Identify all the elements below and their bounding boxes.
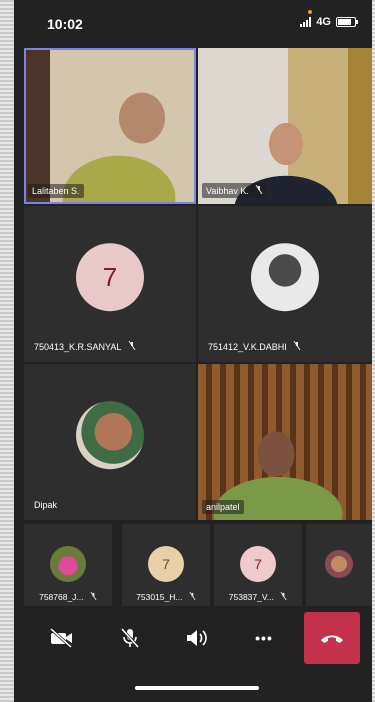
participant-name-row: 750413_K.R.SANYAL [34,340,136,352]
participant-name-row: Dipak [34,500,57,510]
participant-name-row: 753837_V... [214,591,302,602]
mic-off-icon [90,591,97,602]
tile-dabhi[interactable]: 751412_V.K.DABHI [198,206,372,362]
tile-sanyal[interactable]: 7 750413_K.R.SANYAL [24,206,196,362]
tile-dipak[interactable]: Dipak [24,364,196,520]
call-controls: ••• [14,612,372,664]
participant-name: 753015_H... [136,592,183,602]
avatar [76,401,144,470]
avatar-initial: 7 [162,556,170,572]
recording-dot-icon [308,10,312,14]
speaker-icon [187,630,207,646]
participant-name-row: 751412_V.K.DABHI [208,340,301,352]
avatar-initial: 7 [102,261,118,292]
more-options-button[interactable]: ••• [242,612,286,664]
participant-name: 750413_K.R.SANYAL [34,342,122,352]
home-indicator[interactable] [135,686,259,690]
avatar: 7 [148,546,184,582]
status-icons: 4G [300,16,358,28]
strip-tile-3[interactable]: 7 753837_V... [214,524,302,606]
avatar: 7 [240,546,276,582]
avatar: 7 [76,243,144,312]
signal-icon [300,17,312,27]
participant-name: Lalitaben S. [32,186,80,196]
avatar [50,546,86,582]
video-tile-lalitaben[interactable]: Lalitaben S. [24,48,196,204]
mic-off-icon [128,340,136,352]
participant-name: Vaibhav K. [206,186,249,196]
left-frame [0,0,14,702]
participant-name-row: 753015_H... [122,591,210,602]
participant-name: 758768_J... [39,592,84,602]
hang-up-button[interactable] [304,612,360,664]
avatar-initial: 7 [254,556,262,572]
avatar [251,243,319,312]
mute-toggle-button[interactable] [108,612,152,664]
participant-name: 753837_V... [228,592,274,602]
teams-call-screen: 10:02 4G Lalitaben S. Vaibhav K. 7 75041 [14,0,372,702]
video-off-icon [49,628,73,648]
video-tile-anilpatel[interactable]: anilpatel [198,364,372,520]
speaker-button[interactable] [174,612,218,664]
camera-toggle-button[interactable] [40,612,84,664]
participant-name: 751412_V.K.DABHI [208,342,287,352]
more-icon: ••• [255,630,273,646]
network-type: 4G [316,16,331,28]
video-tile-vaibhav[interactable]: Vaibhav K. [198,48,372,204]
participant-name-row: 758768_J... [24,591,112,602]
status-bar: 10:02 4G [14,0,372,46]
mic-off-icon [120,628,140,648]
strip-tile-4[interactable] [306,524,372,606]
strip-tile-1[interactable]: 758768_J... [24,524,112,606]
mic-off-icon [280,591,287,602]
clock: 10:02 [47,16,83,32]
mic-off-icon [255,184,263,196]
hang-up-icon [321,635,343,643]
avatar [325,550,353,578]
battery-icon [336,17,358,27]
participant-name-chip: anilpatel [202,500,244,514]
mic-off-icon [189,591,196,602]
participant-name: anilpatel [206,502,240,512]
strip-tile-2[interactable]: 7 753015_H... [122,524,210,606]
mic-off-icon [293,340,301,352]
participant-name: Dipak [34,500,58,510]
participant-name-chip: Vaibhav K. [202,183,268,198]
participant-name-chip: Lalitaben S. [28,184,84,198]
